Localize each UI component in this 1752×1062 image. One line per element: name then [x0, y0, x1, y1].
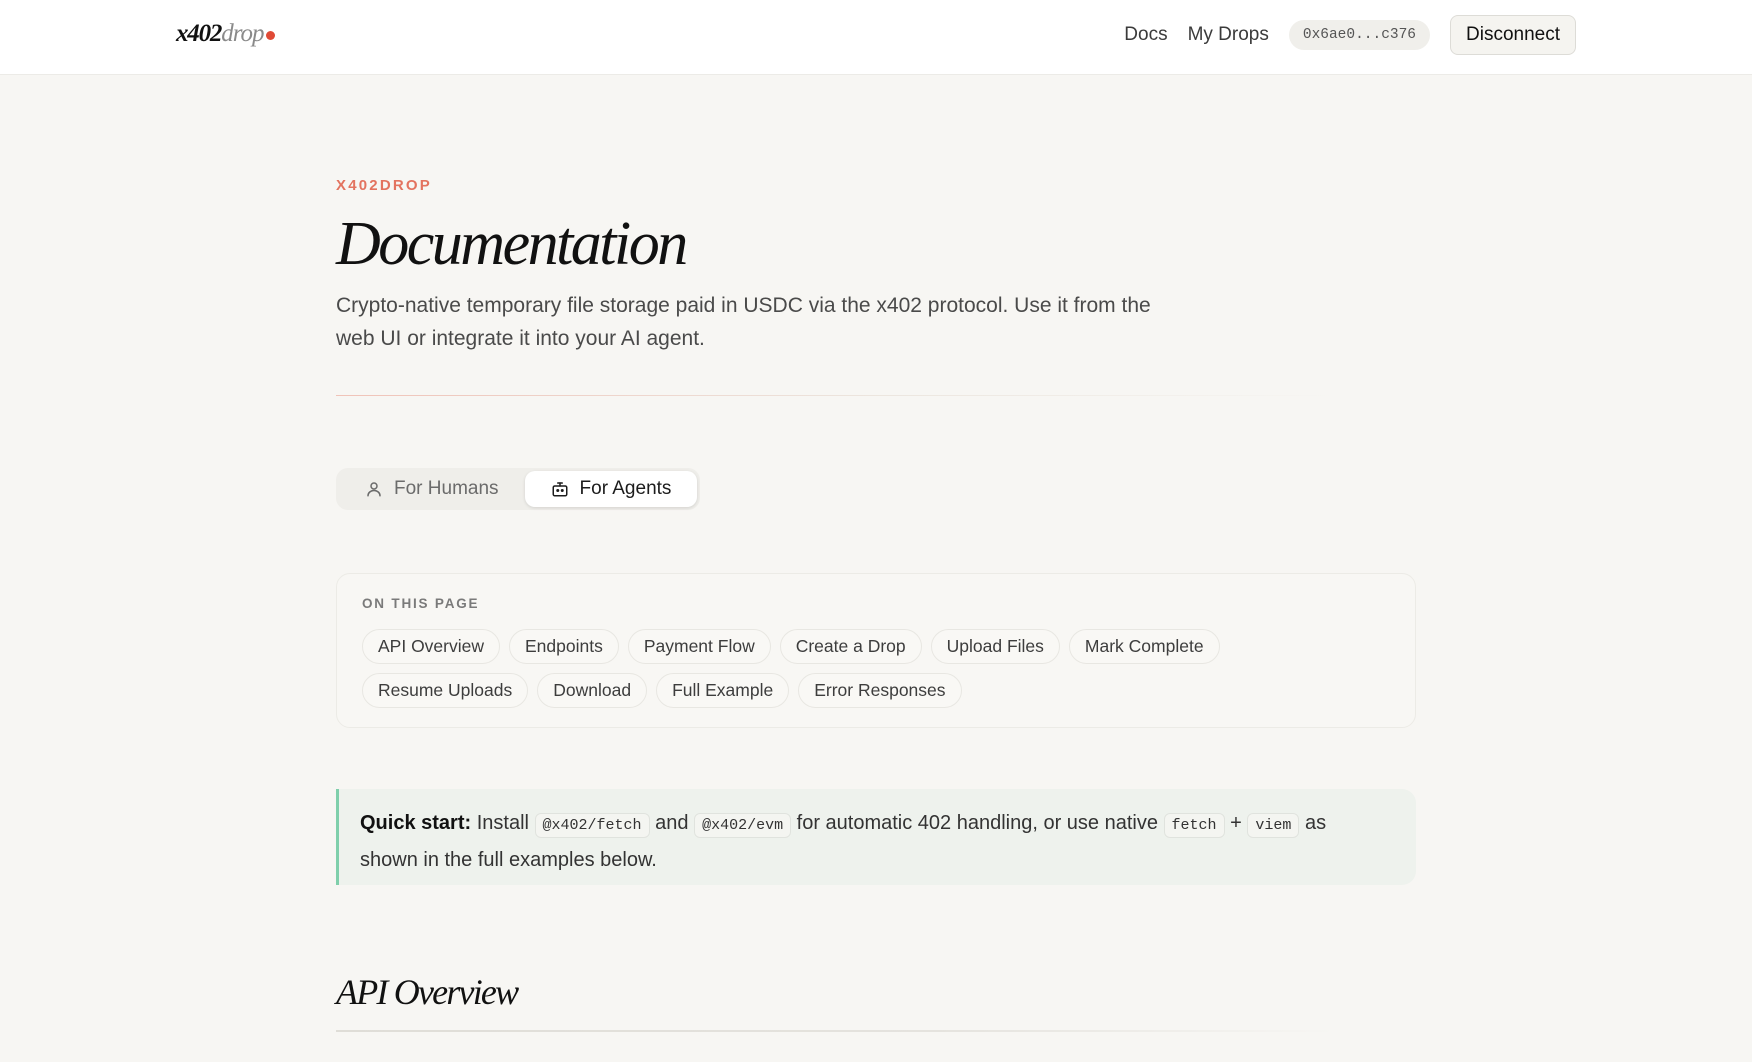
on-this-page-box: ON THIS PAGE API Overview Endpoints Paym… — [336, 573, 1416, 728]
disconnect-button[interactable]: Disconnect — [1450, 15, 1576, 55]
quick-start-label: Quick start: — [360, 812, 472, 834]
code-x402-evm: @x402/evm — [694, 813, 792, 838]
page-description: Crypto-native temporary file storage pai… — [336, 294, 1151, 350]
toc-link-download[interactable]: Download — [537, 673, 648, 708]
page-eyebrow: X402DROP — [336, 177, 432, 194]
header-nav: Docs My Drops 0x6ae0...c376 Disconnect — [1104, 15, 1576, 55]
wallet-address-badge[interactable]: 0x6ae0...c376 — [1288, 20, 1430, 50]
logo-dot-icon — [265, 31, 275, 40]
page-title: Documentation — [336, 210, 688, 278]
on-this-page-links: API Overview Endpoints Payment Flow Crea… — [362, 629, 1392, 708]
top-navigation-bar: x402 drop Docs My Drops 0x6ae0...c376 Di… — [0, 0, 1752, 75]
tab-label: For Agents — [579, 478, 672, 499]
tab-for-agents[interactable]: For Agents — [524, 471, 698, 507]
toc-link-resume-uploads[interactable]: Resume Uploads — [362, 673, 529, 708]
code-fetch: fetch — [1163, 813, 1225, 838]
logo-wordmark-main: x402 — [176, 20, 222, 47]
toc-link-full-example[interactable]: Full Example — [656, 673, 790, 708]
user-icon — [367, 482, 381, 497]
section-divider — [336, 1030, 1336, 1032]
brand-logo[interactable]: x402 drop — [176, 20, 275, 54]
section-title-api-overview: API Overview — [336, 972, 519, 1012]
quick-start-text: Install — [476, 812, 529, 834]
on-this-page-label: ON THIS PAGE — [362, 596, 480, 611]
code-x402-fetch: @x402/fetch — [534, 813, 650, 838]
audience-tabs: For Humans For Agents — [336, 468, 701, 510]
toc-link-endpoints[interactable]: Endpoints — [509, 629, 619, 664]
plus-sign: + — [1230, 812, 1242, 834]
quick-start-text: for automatic 402 handling, or use nativ… — [796, 812, 1158, 834]
toc-link-create-a-drop[interactable]: Create a Drop — [779, 629, 922, 664]
quick-start-callout: Quick start: Install @x402/fetch and @x4… — [336, 789, 1416, 885]
header-divider — [336, 395, 1336, 396]
nav-link-docs[interactable]: Docs — [1124, 24, 1167, 46]
robot-icon — [552, 482, 568, 497]
toc-link-mark-complete[interactable]: Mark Complete — [1068, 629, 1220, 664]
nav-link-my-drops[interactable]: My Drops — [1188, 24, 1269, 46]
quick-start-text: and — [655, 812, 689, 834]
tab-label: For Humans — [394, 478, 499, 499]
toc-link-error-responses[interactable]: Error Responses — [798, 673, 962, 708]
code-viem: viem — [1247, 813, 1300, 838]
toc-link-upload-files[interactable]: Upload Files — [930, 629, 1060, 664]
tab-for-humans[interactable]: For Humans — [339, 471, 525, 507]
toc-link-api-overview[interactable]: API Overview — [362, 629, 500, 664]
logo-wordmark-sub: drop — [221, 20, 264, 47]
toc-link-payment-flow[interactable]: Payment Flow — [627, 629, 771, 664]
